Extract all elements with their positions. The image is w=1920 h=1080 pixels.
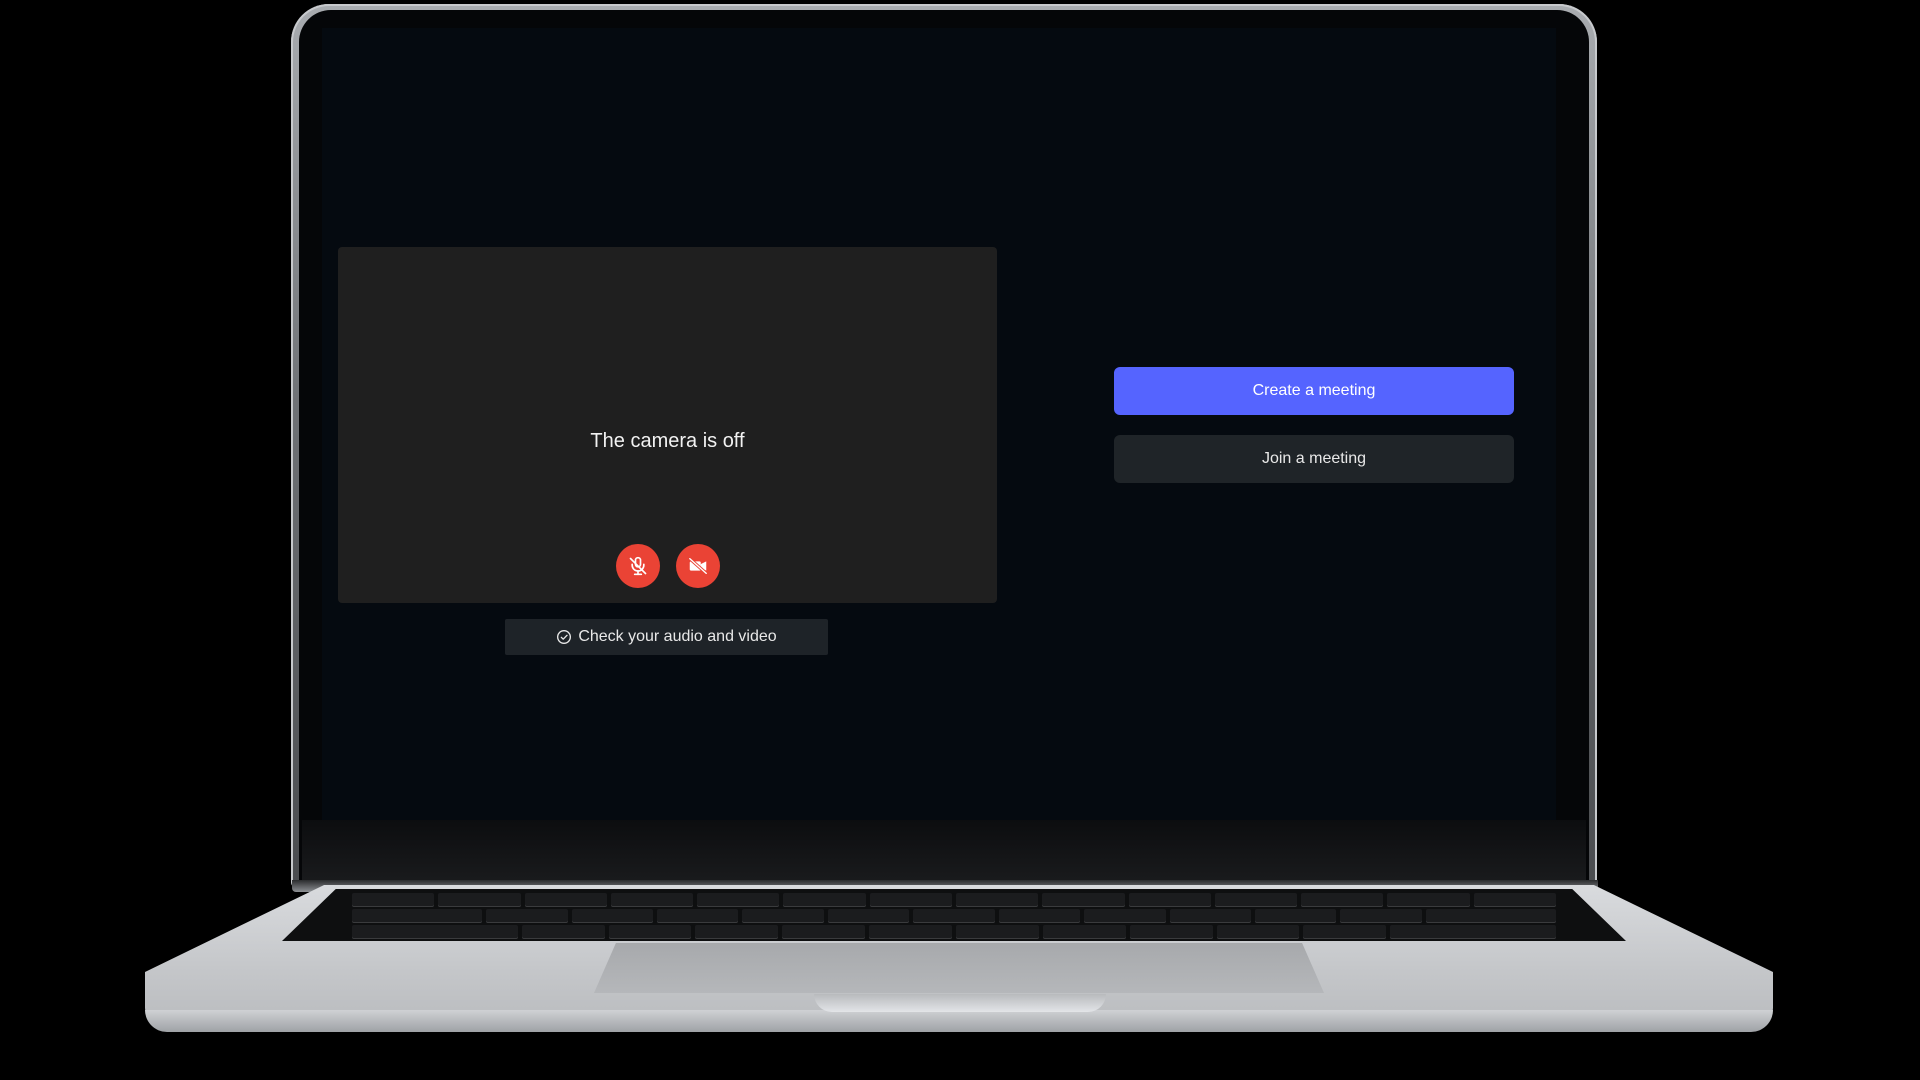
laptop-opening-notch — [814, 994, 1106, 1012]
keyboard-row — [282, 925, 1626, 939]
meeting-lobby-screen: The camera is off Check your audio and v… — [322, 28, 1556, 820]
laptop-front-edge — [145, 1010, 1773, 1032]
keyboard-row — [282, 909, 1626, 923]
camera-toggle-button[interactable] — [676, 544, 720, 588]
video-preview: The camera is off — [338, 247, 997, 603]
laptop-bezel-bottom — [302, 820, 1586, 884]
keyboard-row — [282, 893, 1626, 907]
check-audio-video-button[interactable]: Check your audio and video — [505, 619, 828, 655]
video-off-icon — [688, 557, 708, 575]
check-audio-video-label: Check your audio and video — [578, 628, 777, 645]
mic-off-icon — [629, 556, 647, 576]
check-circle-icon — [557, 630, 572, 644]
join-meeting-button[interactable]: Join a meeting — [1114, 435, 1514, 483]
laptop-keyboard — [282, 889, 1626, 941]
microphone-toggle-button[interactable] — [616, 544, 660, 588]
create-meeting-button[interactable]: Create a meeting — [1114, 367, 1514, 415]
camera-status-text: The camera is off — [590, 430, 745, 452]
laptop-mockup: The camera is off Check your audio and v… — [0, 0, 1920, 1080]
laptop-trackpad — [594, 943, 1324, 993]
